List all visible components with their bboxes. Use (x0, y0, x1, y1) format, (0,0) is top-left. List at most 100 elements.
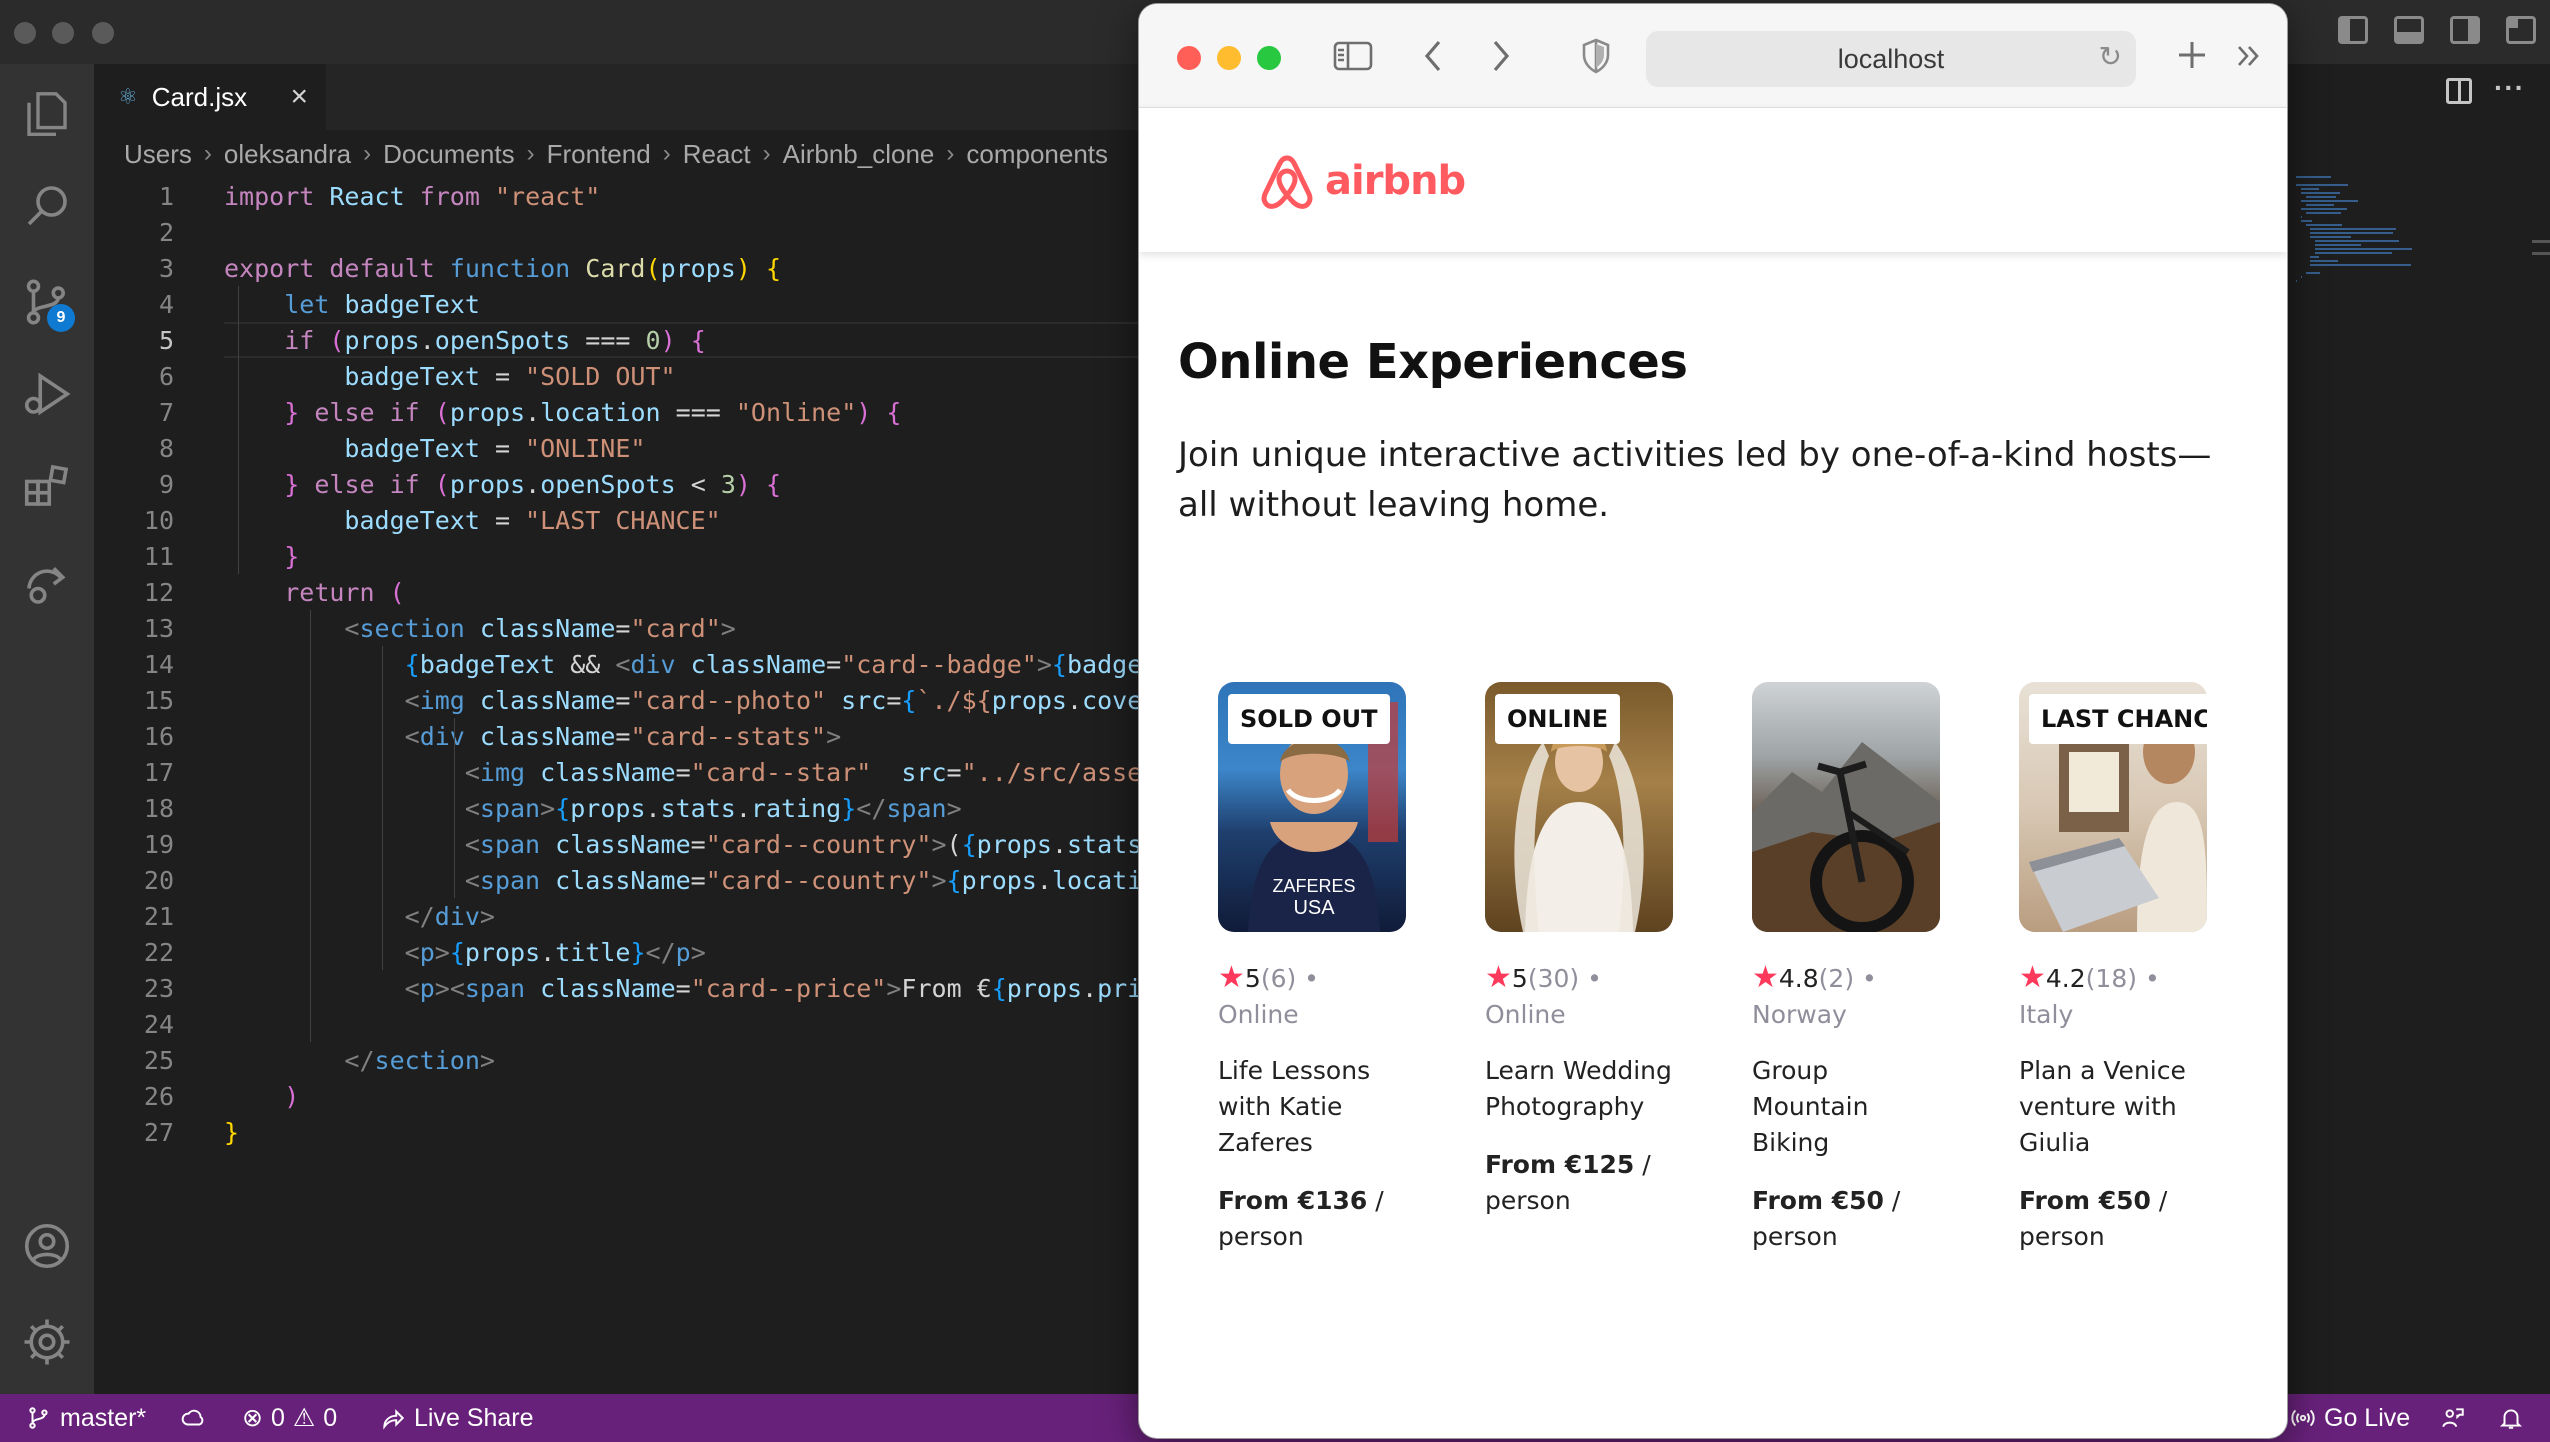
chevron-right-icon: › (946, 140, 955, 167)
reload-icon[interactable]: ↻ (2099, 43, 2122, 71)
new-tab-icon[interactable] (2175, 38, 2209, 78)
accounts-icon[interactable] (17, 1216, 77, 1276)
experience-card[interactable]: ★4.8(2) • Norway Group Mountain Biking F… (1752, 682, 1940, 1255)
window-zoom-button[interactable] (92, 22, 114, 44)
card-stats: ★4.8(2) • Norway (1752, 960, 1877, 1029)
toggle-panel-icon[interactable] (2394, 16, 2424, 44)
indent-guide (310, 610, 311, 1042)
code-line[interactable]: 16 <div className="card--stats"> (94, 718, 1139, 754)
warning-icon: ⚠ (292, 1404, 316, 1432)
breadcrumb-item[interactable]: Airbnb_clone (783, 139, 935, 170)
code-line[interactable]: 8 badgeText = "ONLINE" (94, 430, 1139, 466)
code-line[interactable]: 3 export default function Card(props) { (94, 250, 1139, 286)
code-line[interactable]: 24 (94, 1006, 1139, 1042)
code-line[interactable]: 5 if (props.openSpots === 0) { (94, 322, 1139, 358)
minimap-line (2310, 260, 2339, 262)
breadcrumb-item[interactable]: oleksandra (224, 139, 351, 170)
code-line[interactable]: 25 </section> (94, 1042, 1139, 1078)
code-line[interactable]: 7 } else if (props.location === "Online"… (94, 394, 1139, 430)
code-editor[interactable]: 1 import React from "react" 2 3 export defau… (94, 174, 1139, 1392)
code-line[interactable]: 26 ) (94, 1078, 1139, 1114)
address-bar[interactable]: localhost ↻ (1646, 31, 2136, 87)
forward-icon[interactable] (1489, 36, 1513, 82)
sync-status[interactable] (180, 1405, 206, 1431)
code-line[interactable]: 11 } (94, 538, 1139, 574)
card-rating: 5 (1511, 964, 1528, 993)
react-file-icon: ⚛ (118, 84, 138, 110)
more-actions-icon[interactable]: ··· (2494, 72, 2525, 104)
breadcrumb-item[interactable]: React (683, 139, 751, 170)
code-line[interactable]: 15 <img className="card--photo" src={`./… (94, 682, 1139, 718)
experience-card[interactable]: ZAFERES USA SOLD OUT ★5(6) • Online Life… (1218, 682, 1406, 1255)
code-line[interactable]: 22 <p>{props.title}</p> (94, 934, 1139, 970)
search-icon[interactable] (17, 176, 77, 236)
breadcrumb-item[interactable]: Users (124, 139, 192, 170)
code-line[interactable]: 21 </div> (94, 898, 1139, 934)
broadcast-icon (2291, 1409, 2315, 1427)
feedback-person-icon (2442, 1408, 2464, 1428)
toggle-primary-sidebar-icon[interactable] (2338, 16, 2368, 44)
code-line[interactable]: 10 badgeText = "LAST CHANCE" (94, 502, 1139, 538)
card-location: Online (1218, 1000, 1299, 1029)
airbnb-wordmark: airbnb (1325, 158, 1466, 204)
branch-status[interactable]: master* (26, 1404, 146, 1433)
remote-explorer-icon[interactable] (17, 554, 77, 614)
code-line[interactable]: 2 (94, 214, 1139, 250)
window-minimize-button[interactable] (52, 22, 74, 44)
code-line[interactable]: 12 return ( (94, 574, 1139, 610)
toggle-secondary-sidebar-icon[interactable] (2450, 16, 2480, 44)
problems-status[interactable]: ⊗ 0 ⚠ 0 (242, 1403, 337, 1433)
code-line[interactable]: 9 } else if (props.openSpots < 3) { (94, 466, 1139, 502)
privacy-shield-icon[interactable] (1581, 38, 1611, 80)
code-line[interactable]: 27} (94, 1114, 1139, 1150)
tab-card-jsx[interactable]: ⚛ Card.jsx × (94, 64, 326, 130)
breadcrumb-item[interactable]: components (966, 139, 1108, 170)
feedback-button[interactable] (2440, 1405, 2466, 1431)
minimap-line (2305, 272, 2320, 274)
card-price-amount: From €50 (2019, 1186, 2151, 1215)
tab-close-icon[interactable]: × (290, 80, 308, 114)
code-line[interactable]: 18 <span>{props.stats.rating}</span> (94, 790, 1139, 826)
card-price: From €136 / person (1218, 1183, 1406, 1255)
code-line[interactable]: 14 {badgeText && <div className="card--b… (94, 646, 1139, 682)
airbnb-logo[interactable]: airbnb (1257, 150, 1466, 212)
extensions-icon[interactable] (17, 456, 77, 516)
run-and-debug-icon[interactable] (17, 364, 77, 424)
minimap[interactable] (2296, 176, 2466, 296)
chevron-right-icon: › (526, 140, 535, 167)
manage-gear-icon[interactable] (17, 1312, 77, 1372)
back-icon[interactable] (1421, 36, 1445, 82)
code-line[interactable]: 23 <p><span className="card--price">From… (94, 970, 1139, 1006)
tab-overview-chevrons-icon[interactable] (2235, 42, 2263, 76)
indent-guide (382, 646, 383, 970)
split-editor-icon[interactable] (2446, 78, 2472, 104)
code-line[interactable]: 4 let badgeText (94, 286, 1139, 322)
code-line[interactable]: 1 import React from "react" (94, 178, 1139, 214)
line-number: 6 (158, 361, 174, 391)
safari-zoom-button[interactable] (1257, 46, 1281, 70)
go-live-button[interactable]: Go Live (2290, 1404, 2410, 1433)
code-line[interactable]: 20 <span className="card--country">{prop… (94, 862, 1139, 898)
chevron-right-icon: › (762, 140, 771, 167)
breadcrumb-item[interactable]: Documents (383, 139, 515, 170)
code-line[interactable]: 13 <section className="card"> (94, 610, 1139, 646)
minimap-line (2296, 176, 2331, 178)
experience-card[interactable]: ONLINE ★5(30) • Online Learn Wedding Pho… (1485, 682, 1673, 1219)
live-share-button[interactable]: Live Share (380, 1404, 534, 1433)
explorer-icon[interactable] (17, 84, 77, 144)
code-text: <img className="card--star" src="../src/… (464, 757, 1139, 787)
code-line[interactable]: 19 <span className="card--country">({pro… (94, 826, 1139, 862)
customize-layout-icon[interactable] (2506, 16, 2536, 44)
safari-minimize-button[interactable] (1217, 46, 1241, 70)
source-control-icon[interactable]: 9 (17, 272, 77, 332)
safari-close-button[interactable] (1177, 46, 1201, 70)
breadcrumb-item[interactable]: Frontend (547, 139, 651, 170)
window-close-button[interactable] (14, 22, 36, 44)
notifications-button[interactable] (2498, 1405, 2524, 1431)
experience-card[interactable]: LAST CHANCE ★4.2(18) • Italy Plan a Veni… (2019, 682, 2207, 1255)
code-line[interactable]: 17 <img className="card--star" src="../s… (94, 754, 1139, 790)
card-title: Life Lessons with Katie Zaferes (1218, 1056, 1371, 1157)
sidebar-toggle-icon[interactable] (1333, 40, 1373, 78)
code-text: badgeText = "LAST CHANCE" (344, 505, 721, 535)
code-line[interactable]: 6 badgeText = "SOLD OUT" (94, 358, 1139, 394)
